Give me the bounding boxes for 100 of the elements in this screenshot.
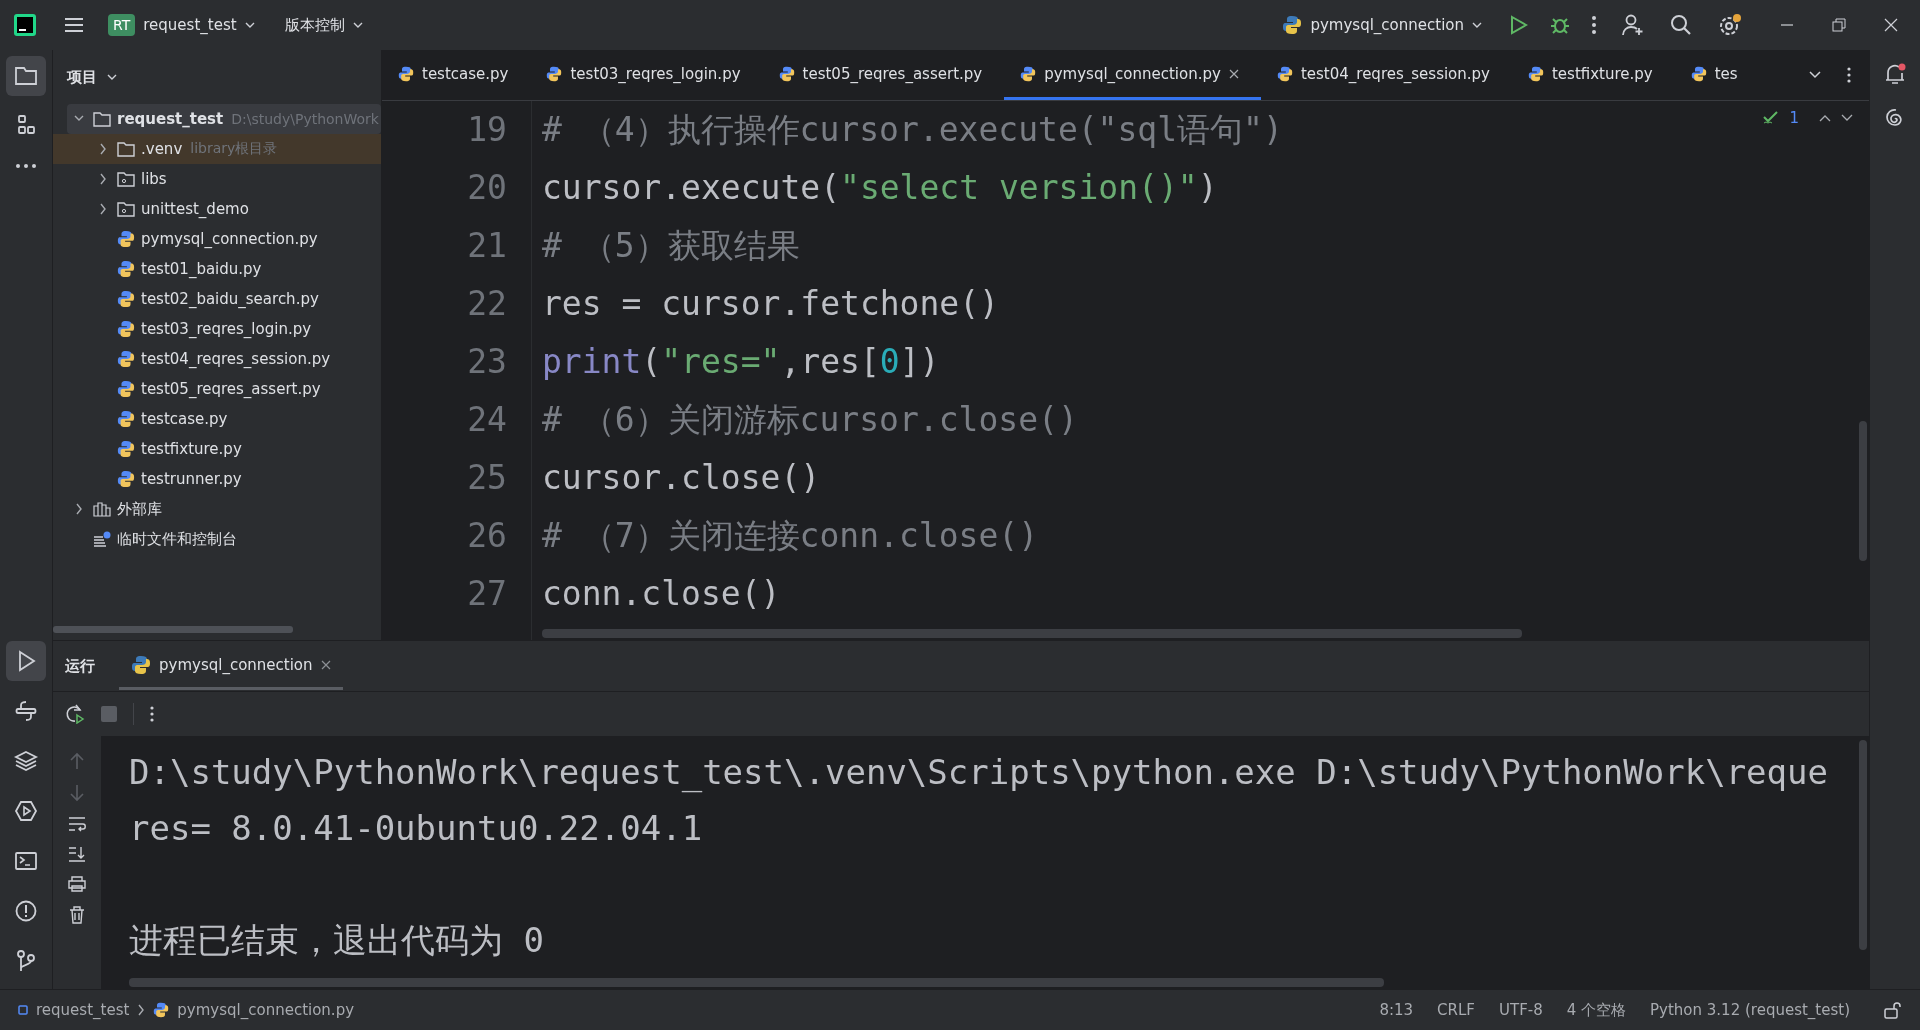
caret-icon[interactable] bbox=[107, 74, 117, 80]
breadcrumb[interactable]: pymysql_connection.py bbox=[177, 1001, 355, 1019]
run-icon[interactable] bbox=[6, 641, 46, 681]
tree-item[interactable]: test03_reqres_login.py bbox=[53, 314, 381, 344]
code-line: print("res=",res[0]) bbox=[542, 341, 940, 383]
module-folder-icon bbox=[117, 171, 135, 187]
restore-icon[interactable] bbox=[1832, 18, 1846, 32]
tree-item[interactable]: testfixture.py bbox=[53, 434, 381, 464]
settings-icon[interactable] bbox=[1718, 13, 1742, 37]
editor-tab[interactable]: testcase.py bbox=[382, 50, 531, 100]
chevron-icon[interactable] bbox=[98, 173, 108, 185]
line-number: 24 bbox=[466, 399, 507, 441]
close-icon[interactable] bbox=[1884, 18, 1898, 32]
trash-icon[interactable] bbox=[69, 906, 85, 924]
python-icon bbox=[131, 654, 151, 675]
tree-item[interactable]: 临时文件和控制台 bbox=[53, 524, 381, 554]
python-file-icon bbox=[117, 290, 135, 308]
python-icon bbox=[1282, 15, 1303, 35]
console-line: 进程已结束，退出代码为 0 bbox=[129, 920, 544, 960]
caret-icon bbox=[352, 22, 363, 28]
editor-tab[interactable]: pymysql_connection.py bbox=[1004, 50, 1261, 100]
library-icon bbox=[93, 501, 111, 517]
vertical-scrollbar[interactable] bbox=[1859, 421, 1867, 561]
python-file-icon bbox=[117, 410, 135, 428]
run-tab[interactable]: pymysql_connection bbox=[119, 642, 343, 690]
close-icon[interactable] bbox=[1228, 68, 1239, 79]
tree-item[interactable]: test02_baidu_search.py bbox=[53, 284, 381, 314]
code-line: cursor.execute("select version()") bbox=[542, 167, 1218, 209]
file-encoding[interactable]: UTF-8 bbox=[1499, 1001, 1543, 1019]
vcs-menu[interactable]: 版本控制 bbox=[278, 11, 369, 39]
line-number: 27 bbox=[466, 573, 507, 615]
indent-setting[interactable]: 4 个空格 bbox=[1566, 1000, 1627, 1020]
next-icon[interactable] bbox=[1841, 114, 1853, 122]
chevron-icon[interactable] bbox=[98, 203, 108, 215]
interpreter[interactable]: Python 3.12 (request_test) bbox=[1650, 1001, 1850, 1019]
search-icon[interactable] bbox=[1670, 14, 1692, 36]
rerun-icon[interactable] bbox=[65, 704, 85, 724]
tree-item[interactable]: pymysql_connection.py bbox=[53, 224, 381, 254]
tree-item[interactable]: 外部库 bbox=[53, 494, 381, 524]
editor-tab[interactable]: test03_reqres_login.py bbox=[530, 50, 763, 100]
tree-item[interactable]: libs bbox=[53, 164, 381, 194]
python-file-icon bbox=[1527, 65, 1544, 82]
folder-icon[interactable] bbox=[6, 56, 46, 96]
tree-item[interactable]: test01_baidu.py bbox=[53, 254, 381, 284]
python-file-icon bbox=[546, 65, 563, 82]
horizontal-scrollbar[interactable] bbox=[542, 629, 1522, 638]
editor-tab[interactable]: test04_reqres_session.py bbox=[1260, 50, 1512, 100]
line-number: 26 bbox=[466, 515, 507, 557]
inspection-count[interactable]: 1 bbox=[1789, 109, 1799, 127]
code-line: # （6）关闭游标cursor.close() bbox=[542, 399, 1078, 441]
line-number: 21 bbox=[466, 225, 507, 267]
tree-item[interactable]: testrunner.py bbox=[53, 464, 381, 494]
cursor-position[interactable]: 8:13 bbox=[1379, 1001, 1414, 1019]
tree-item[interactable]: request_test D:\study\PythonWork bbox=[67, 104, 381, 134]
chevron-down-icon[interactable] bbox=[1809, 71, 1821, 79]
panel-title[interactable]: 项目 bbox=[67, 67, 97, 87]
more-icon[interactable] bbox=[1847, 67, 1851, 83]
previous-icon[interactable] bbox=[1819, 114, 1831, 122]
run-configuration[interactable]: pymysql_connection bbox=[1276, 11, 1488, 39]
check-icon[interactable] bbox=[1763, 111, 1780, 125]
tree-item[interactable]: test04_reqres_session.py bbox=[53, 344, 381, 374]
soft-wrap-icon[interactable] bbox=[68, 816, 86, 832]
editor-tab[interactable]: tes bbox=[1674, 50, 1760, 100]
line-separator[interactable]: CRLF bbox=[1437, 1001, 1475, 1019]
project-switcher[interactable]: RT request_test bbox=[102, 10, 261, 40]
more-icon[interactable] bbox=[150, 706, 154, 722]
breadcrumb[interactable]: request_test bbox=[36, 1001, 130, 1019]
lock-icon[interactable] bbox=[1884, 1001, 1902, 1019]
chevron-icon bbox=[137, 1004, 146, 1016]
editor-tab[interactable]: test05_reqres_assert.py bbox=[762, 50, 1005, 100]
scroll-to-end-icon[interactable] bbox=[68, 846, 86, 862]
debug-icon[interactable] bbox=[1550, 15, 1570, 35]
vertical-scrollbar[interactable] bbox=[1859, 740, 1867, 950]
menu-icon[interactable] bbox=[64, 17, 84, 33]
line-number: 19 bbox=[466, 109, 507, 151]
print-icon[interactable] bbox=[68, 876, 86, 892]
python-file-icon bbox=[778, 65, 795, 82]
chevron-icon[interactable] bbox=[98, 143, 108, 155]
notifications-icon[interactable] bbox=[1883, 62, 1907, 86]
python-file-icon bbox=[398, 65, 414, 82]
tree-item[interactable]: test05_reqres_assert.py bbox=[53, 374, 381, 404]
python-file-icon bbox=[1690, 65, 1707, 82]
console-line: res= 8.0.41-0ubuntu0.22.04.1 bbox=[129, 808, 703, 848]
code-line: # （5）获取结果 bbox=[542, 225, 800, 267]
editor-tab[interactable]: testfixture.py bbox=[1511, 50, 1675, 100]
horizontal-scrollbar[interactable] bbox=[129, 978, 1384, 987]
close-icon[interactable] bbox=[320, 659, 331, 670]
more-icon[interactable] bbox=[1592, 16, 1596, 34]
tree-item[interactable]: .venv library根目录 bbox=[53, 134, 381, 164]
app-logo-icon[interactable] bbox=[14, 14, 36, 36]
run-icon[interactable] bbox=[1510, 15, 1528, 35]
scratch-icon bbox=[93, 531, 111, 547]
module-folder-icon bbox=[117, 201, 135, 217]
horizontal-scrollbar[interactable] bbox=[53, 626, 293, 633]
tree-item[interactable]: testcase.py bbox=[53, 404, 381, 434]
chevron-icon[interactable] bbox=[74, 503, 84, 515]
python-file-icon bbox=[117, 230, 135, 248]
add-user-icon[interactable] bbox=[1622, 14, 1644, 36]
tree-item[interactable]: unittest_demo bbox=[53, 194, 381, 224]
python-file-icon bbox=[1276, 65, 1293, 82]
